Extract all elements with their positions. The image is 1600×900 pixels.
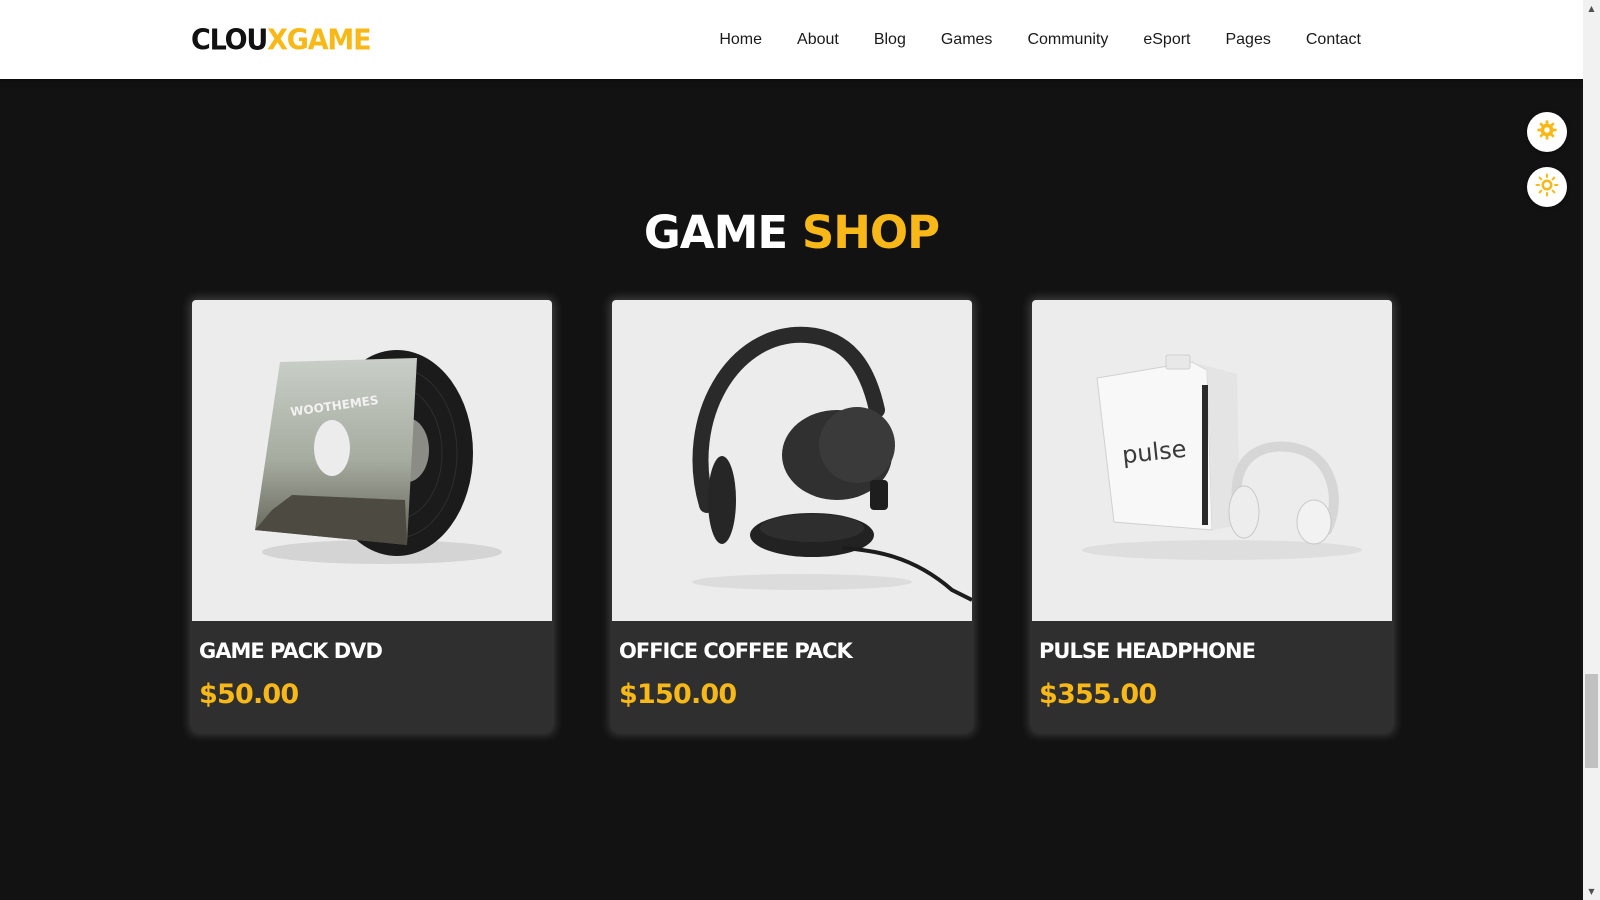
nav-contact[interactable]: Contact bbox=[1306, 28, 1361, 52]
section-title-accent: SHOP bbox=[801, 206, 940, 259]
nav-games[interactable]: Games bbox=[941, 28, 993, 52]
product-info: OFFICE COFFEE PACK $150.00 bbox=[612, 621, 972, 711]
settings-button[interactable] bbox=[1527, 112, 1567, 152]
product-info: PULSE HEADPHONE $355.00 bbox=[1032, 621, 1392, 711]
product-card-office-coffee-pack[interactable]: OFFICE COFFEE PACK $150.00 bbox=[612, 300, 972, 732]
product-price: $50.00 bbox=[199, 679, 299, 710]
logo-text-accent: XGAME bbox=[267, 24, 371, 57]
product-name[interactable]: OFFICE COFFEE PACK bbox=[619, 637, 965, 665]
product-image[interactable] bbox=[612, 300, 972, 621]
vinyl-record-image: WOOTHEMES bbox=[255, 350, 502, 564]
page-scrollbar[interactable]: ▲ ▼ bbox=[1583, 0, 1600, 900]
pulse-headphone-box-image: pulse bbox=[1082, 354, 1362, 560]
nav-esport[interactable]: eSport bbox=[1143, 28, 1190, 52]
scroll-thumb[interactable] bbox=[1585, 674, 1598, 768]
product-card-game-pack-dvd[interactable]: WOOTHEMES GAME PACK DVD $50.00 bbox=[192, 300, 552, 732]
theme-toggle-button[interactable] bbox=[1527, 167, 1567, 207]
section-title: GAME SHOP bbox=[0, 205, 1583, 261]
scroll-up-arrow-icon[interactable]: ▲ bbox=[1583, 0, 1600, 17]
main-nav: Home About Blog Games Community eSport P… bbox=[719, 28, 1361, 52]
gear-icon bbox=[1536, 119, 1558, 146]
site-header: CLOUXGAME Home About Blog Games Communit… bbox=[0, 0, 1583, 79]
nav-about[interactable]: About bbox=[797, 28, 839, 52]
site-logo[interactable]: CLOUXGAME bbox=[191, 23, 372, 59]
scroll-down-arrow-icon[interactable]: ▼ bbox=[1583, 883, 1600, 900]
headphones-image bbox=[692, 326, 972, 602]
product-price: $150.00 bbox=[619, 679, 737, 710]
product-card-pulse-headphone[interactable]: pulse PULSE HEADPHONE $355.00 bbox=[1032, 300, 1392, 732]
nav-pages[interactable]: Pages bbox=[1225, 28, 1270, 52]
product-image[interactable]: WOOTHEMES bbox=[192, 300, 552, 621]
product-price: $355.00 bbox=[1039, 679, 1157, 710]
logo-text-primary: CLOU bbox=[191, 24, 268, 57]
section-title-primary: GAME bbox=[643, 206, 788, 259]
nav-community[interactable]: Community bbox=[1027, 28, 1108, 52]
product-info: GAME PACK DVD $50.00 bbox=[192, 621, 552, 711]
product-name[interactable]: PULSE HEADPHONE bbox=[1039, 637, 1385, 665]
product-name[interactable]: GAME PACK DVD bbox=[199, 637, 545, 665]
sun-icon bbox=[1535, 173, 1559, 202]
nav-home[interactable]: Home bbox=[719, 28, 762, 52]
nav-blog[interactable]: Blog bbox=[874, 28, 906, 52]
product-image[interactable]: pulse bbox=[1032, 300, 1392, 621]
